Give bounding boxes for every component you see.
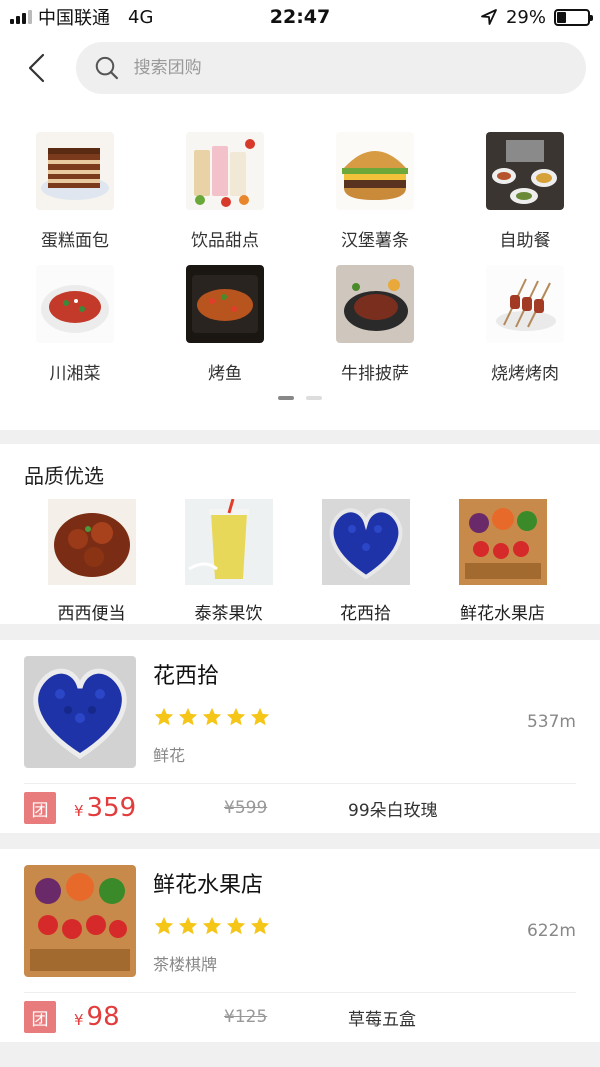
deal-price: ¥ 359 [74, 793, 224, 823]
star-icon [154, 707, 174, 726]
deal-row[interactable]: 团 ¥ 98 ¥125 草莓五盒 [24, 993, 576, 1041]
quality-item-label: 西西便当 [57, 604, 126, 624]
listing-tag: 鲜花 [153, 746, 186, 765]
price-value: 98 [86, 1002, 120, 1032]
star-icon [250, 916, 270, 935]
listing-name: 鲜花水果店 [153, 873, 264, 898]
listing-distance: 622m [526, 921, 576, 941]
listing-image-blue-rose-heart [24, 656, 136, 768]
original-price: ¥599 [224, 798, 268, 818]
battery-icon [554, 8, 593, 26]
listing-image-fruit-basket [24, 865, 136, 977]
buffet-image [486, 132, 564, 210]
star-icon [226, 707, 246, 726]
category-label: 烤鱼 [208, 364, 242, 384]
carrier-label: 中国联通 [38, 8, 110, 29]
fruit-basket-image [458, 499, 547, 585]
category-label: 饮品甜点 [191, 231, 259, 251]
page-dot [306, 396, 322, 400]
listing-card[interactable]: 花西拾 鲜花 537m 团 ¥ 359 ¥599 99朵白玫瑰 [0, 640, 600, 833]
star-rating [153, 915, 576, 937]
star-rating [153, 706, 576, 728]
signal-icon [10, 10, 32, 24]
category-label: 烧烤烤肉 [491, 364, 559, 384]
grilled-fish-image [186, 265, 264, 343]
blue-rose-heart-image [321, 499, 410, 585]
category-label: 汉堡薯条 [341, 231, 409, 251]
category-label: 蛋糕面包 [41, 231, 109, 251]
listing-card[interactable]: 鲜花水果店 茶楼棋牌 622m 团 ¥ 98 ¥125 草莓五盒 [0, 849, 600, 1042]
category-buffet[interactable]: 自助餐 [450, 132, 600, 251]
sichuan-dish-image [36, 265, 114, 343]
search-input[interactable] [133, 58, 568, 78]
category-grid: 蛋糕面包 饮品甜点 汉堡薯条 自助餐 川湘菜 烤鱼 牛排披萨 烧烤烤肉 [0, 102, 600, 430]
star-icon [226, 916, 246, 935]
category-grilled-fish[interactable]: 烤鱼 [150, 265, 300, 384]
category-label: 川湘菜 [49, 364, 101, 384]
star-icon [178, 707, 198, 726]
category-cake-bread[interactable]: 蛋糕面包 [0, 132, 150, 251]
page-indicator [0, 396, 600, 400]
bbq-skewer-image [486, 265, 564, 343]
quality-item-flower[interactable]: 花西拾 [297, 499, 434, 624]
quality-item-flower-fruit-shop[interactable]: 鲜花水果店 [434, 499, 571, 624]
price-value: 359 [86, 793, 137, 823]
category-drinks-desserts[interactable]: 饮品甜点 [150, 132, 300, 251]
star-icon [202, 916, 222, 935]
battery-percent: 29% [505, 6, 546, 28]
listing-name: 花西拾 [153, 664, 220, 689]
burger-image [336, 132, 414, 210]
quality-picks-section: 品质优选 西西便当 泰茶果饮 花西拾 鲜花水果店 [0, 444, 600, 624]
listing-tag: 茶楼棋牌 [153, 955, 218, 974]
category-bbq[interactable]: 烧烤烤肉 [450, 265, 600, 384]
search-header [0, 34, 600, 102]
currency-symbol: ¥ [74, 802, 84, 820]
category-sichuan-hunan[interactable]: 川湘菜 [0, 265, 150, 384]
quality-item-label: 鲜花水果店 [460, 604, 545, 624]
category-label: 自助餐 [499, 231, 551, 251]
cake-image [36, 132, 114, 210]
search-icon [95, 56, 119, 80]
original-price: ¥125 [224, 1007, 268, 1027]
deal-title: 99朵白玫瑰 [348, 800, 438, 821]
quality-item-label: 泰茶果饮 [194, 604, 263, 624]
category-label: 牛排披萨 [341, 364, 409, 384]
star-icon [202, 707, 222, 726]
category-burger-fries[interactable]: 汉堡薯条 [300, 132, 450, 251]
quality-item-bento[interactable]: 西西便当 [23, 499, 160, 624]
network-label: 4G [128, 6, 154, 28]
category-steak-pizza[interactable]: 牛排披萨 [300, 265, 450, 384]
star-icon [178, 916, 198, 935]
group-buy-badge: 团 [24, 1001, 56, 1033]
search-box[interactable] [76, 42, 586, 94]
thai-tea-image [184, 499, 273, 585]
deal-row[interactable]: 团 ¥ 359 ¥599 99朵白玫瑰 [24, 784, 576, 832]
back-button[interactable] [16, 48, 56, 88]
group-buy-badge: 团 [24, 792, 56, 824]
section-title: 品质优选 [24, 464, 104, 488]
currency-symbol: ¥ [74, 1011, 84, 1029]
drinks-image [186, 132, 264, 210]
page-dot-active [278, 396, 294, 400]
steak-image [336, 265, 414, 343]
listing-distance: 537m [526, 712, 576, 732]
star-icon [154, 916, 174, 935]
star-icon [250, 707, 270, 726]
chevron-left-icon [28, 53, 45, 83]
quality-item-label: 花西拾 [340, 604, 391, 624]
deal-price: ¥ 98 [74, 1002, 224, 1032]
status-bar: 中国联通 4G 22:47 29% [0, 0, 600, 34]
location-arrow-icon [481, 9, 497, 25]
quality-item-thai-tea[interactable]: 泰茶果饮 [160, 499, 297, 624]
deal-title: 草莓五盒 [348, 1009, 416, 1030]
bento-image [47, 499, 136, 585]
